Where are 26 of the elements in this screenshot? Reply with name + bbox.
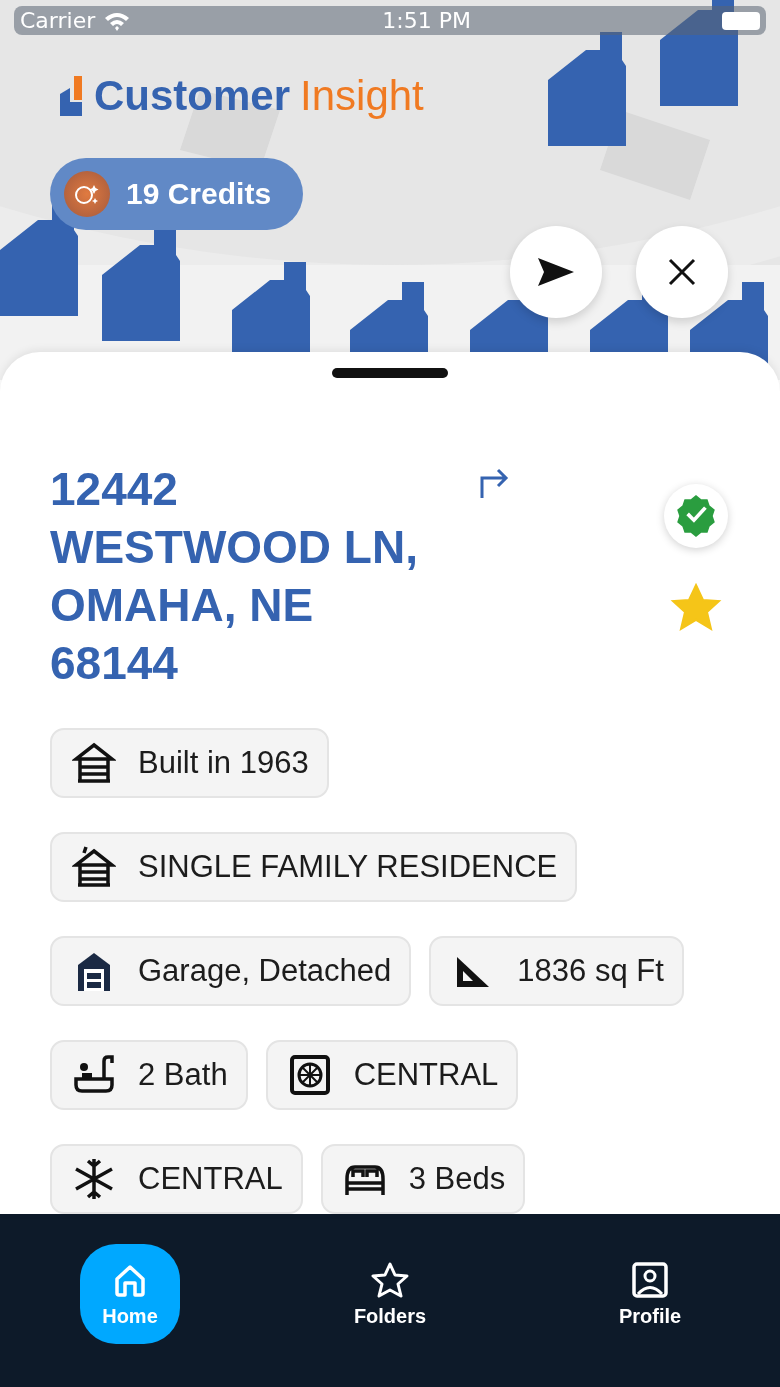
profile-icon bbox=[631, 1260, 669, 1299]
nav-tab[interactable]: Profile bbox=[600, 1244, 700, 1344]
feature-chip: 2 Bath bbox=[50, 1040, 248, 1110]
property-address: 12442 WESTWOOD LN, OMAHA, NE 68144 bbox=[50, 462, 419, 691]
verified-button[interactable] bbox=[664, 484, 728, 548]
house-icon bbox=[72, 845, 116, 889]
logo-text: Insight bbox=[300, 72, 424, 120]
star-icon bbox=[371, 1260, 409, 1299]
feature-chip: 1836 sq Ft bbox=[429, 936, 684, 1006]
close-icon bbox=[666, 256, 698, 288]
logo-text: Customer bbox=[94, 72, 291, 120]
fan-unit-icon bbox=[287, 1053, 332, 1097]
feature-chip: SINGLE FAMILY RESIDENCE bbox=[50, 832, 578, 902]
feature-chip: CENTRAL bbox=[50, 1144, 303, 1214]
house-icon bbox=[72, 741, 116, 785]
logo-icon bbox=[60, 76, 84, 116]
snowflake-icon bbox=[72, 1157, 116, 1201]
carrier-name: Carrier bbox=[20, 8, 96, 33]
coin-icon bbox=[64, 171, 110, 217]
feature-chip: Garage, Detached bbox=[50, 936, 412, 1006]
nav-tab[interactable]: Folders bbox=[340, 1244, 440, 1344]
feature-chip: CENTRAL bbox=[265, 1040, 519, 1110]
feature-chip: 3 Beds bbox=[320, 1144, 526, 1214]
credits-button[interactable]: 19 Credits bbox=[50, 158, 304, 230]
status-time: 1:51 PM bbox=[382, 8, 471, 33]
feature-chip: Built in 1963 bbox=[50, 728, 329, 798]
